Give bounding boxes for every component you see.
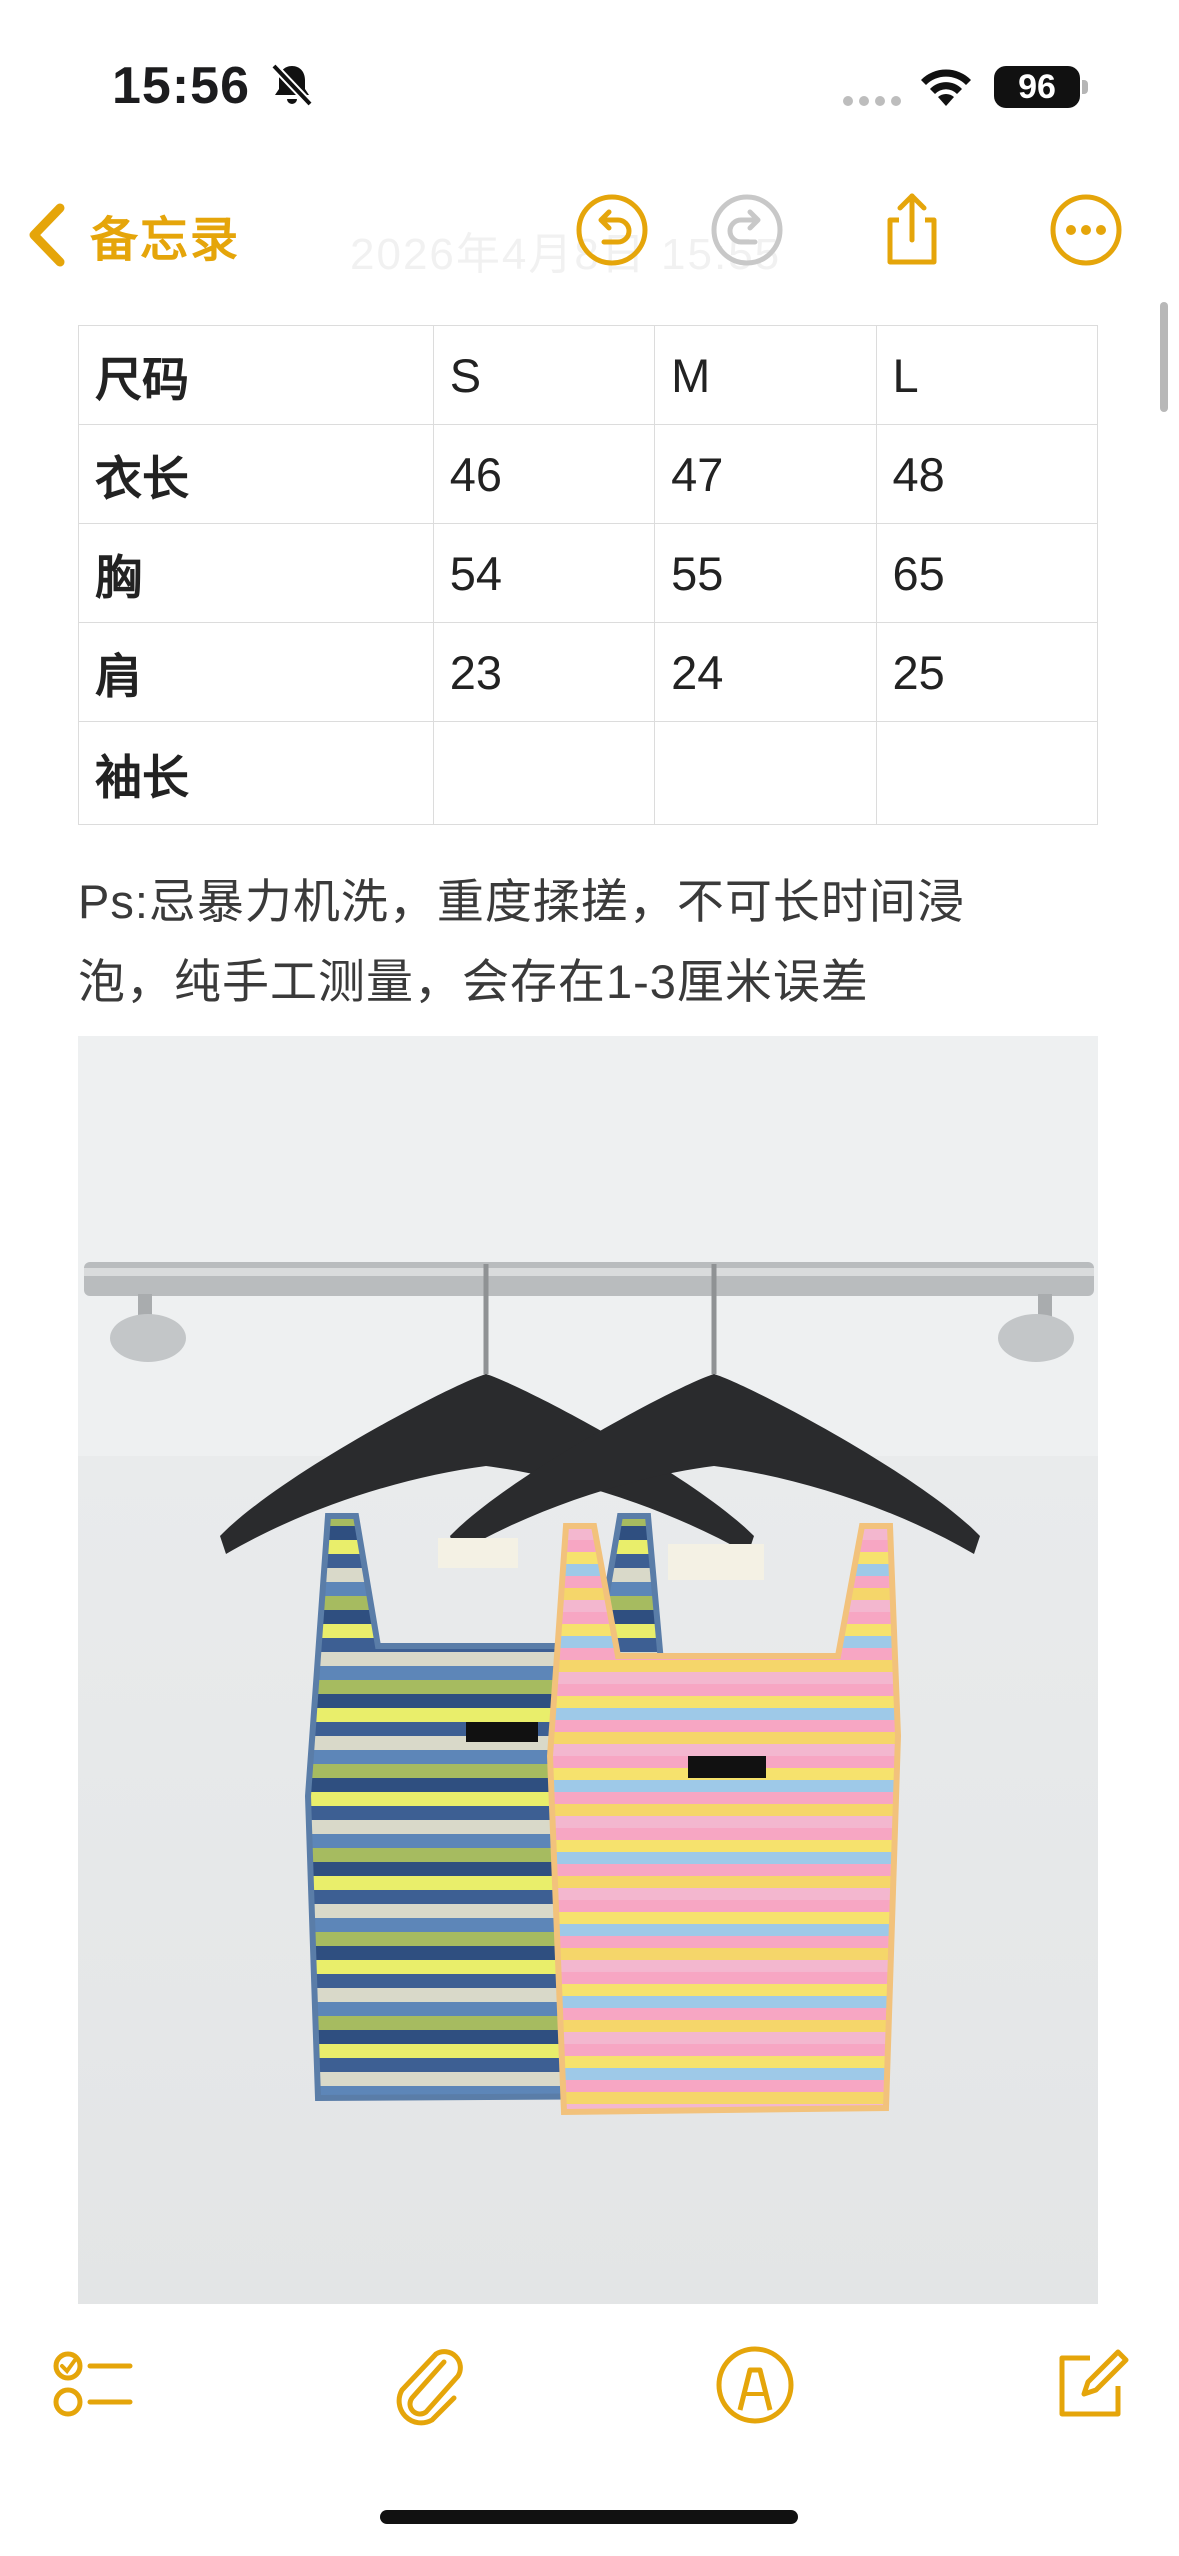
table-cell[interactable]: 24	[654, 622, 877, 722]
paperclip-icon[interactable]	[384, 2340, 474, 2430]
battery-level: 96	[994, 66, 1080, 108]
wifi-icon	[921, 69, 971, 106]
redo-icon[interactable]	[707, 190, 787, 270]
table-cell[interactable]: 衣长	[78, 424, 434, 524]
size-table: 尺码 S M L 衣长 46 47 48 胸 54 55 65 肩 23 24 …	[78, 325, 1099, 825]
back-button[interactable]: 备忘录	[24, 192, 240, 278]
table-cell[interactable]: 袖长	[78, 721, 434, 825]
table-cell[interactable]: 55	[654, 523, 877, 623]
bell-slash-icon	[271, 63, 313, 107]
note-text[interactable]: Ps:忌暴力机洗，重度揉搓，不可长时间浸 泡，纯手工测量，会存在1-3厘米误差	[78, 862, 1118, 1022]
more-icon[interactable]	[1046, 190, 1126, 270]
status-bar: 15:56 96	[0, 0, 1179, 170]
checklist-icon[interactable]	[50, 2340, 140, 2430]
photo-illustration	[78, 1036, 1098, 2304]
table-cell[interactable]	[432, 721, 656, 825]
table-cell[interactable]: 48	[875, 424, 1099, 524]
note-line: 泡，纯手工测量，会存在1-3厘米误差	[78, 955, 869, 1008]
table-cell[interactable]: M	[654, 325, 877, 425]
back-label: 备忘录	[90, 214, 241, 267]
table-row: 袖长	[78, 721, 1099, 825]
compose-icon[interactable]	[1044, 2340, 1134, 2430]
battery-nub	[1082, 80, 1088, 94]
status-time: 15:56	[112, 57, 250, 115]
table-cell[interactable]	[875, 721, 1099, 825]
scroll-indicator[interactable]	[1160, 302, 1168, 412]
home-indicator[interactable]	[380, 2510, 798, 2524]
markup-icon[interactable]	[710, 2340, 800, 2430]
table-cell[interactable]: 46	[432, 424, 656, 524]
table-cell[interactable]: 胸	[78, 523, 434, 623]
note-line: Ps:忌暴力机洗，重度揉搓，不可长时间浸	[78, 875, 965, 928]
undo-icon[interactable]	[572, 190, 652, 270]
chevron-left-icon	[29, 203, 65, 267]
table-row: 肩 23 24 25	[78, 622, 1099, 722]
table-cell[interactable]: 尺码	[78, 325, 434, 425]
table-cell[interactable]: 23	[432, 622, 656, 722]
table-cell[interactable]	[654, 721, 877, 825]
table-cell[interactable]: 65	[875, 523, 1099, 623]
table-row: 尺码 S M L	[78, 325, 1099, 425]
table-cell[interactable]: 25	[875, 622, 1099, 722]
table-cell[interactable]: L	[875, 325, 1099, 425]
table-row: 衣长 46 47 48	[78, 424, 1099, 524]
table-row: 胸 54 55 65	[78, 523, 1099, 623]
table-cell[interactable]: 54	[432, 523, 656, 623]
nav-bar: 2026年4月8日 15:55 备忘录	[0, 170, 1179, 300]
table-cell[interactable]: 肩	[78, 622, 434, 722]
product-photo[interactable]	[78, 1036, 1098, 2304]
table-cell[interactable]: 47	[654, 424, 877, 524]
table-cell[interactable]: S	[432, 325, 656, 425]
share-icon[interactable]	[872, 190, 952, 270]
signal-dots-icon	[843, 96, 901, 106]
